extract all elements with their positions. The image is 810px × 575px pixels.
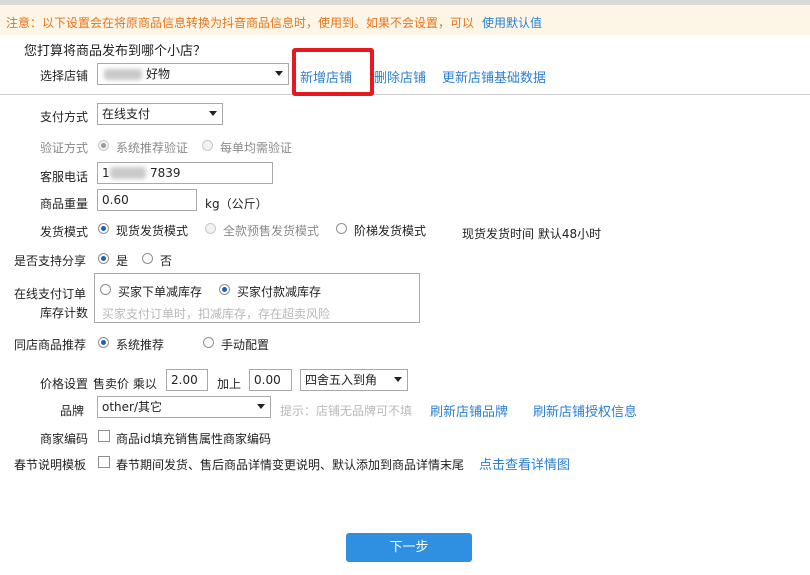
store-label: 选择店铺	[40, 69, 89, 83]
share-yes-radio[interactable]	[98, 253, 109, 264]
phone-suffix: 7839	[150, 166, 181, 180]
payment-select[interactable]: 在线支付	[97, 103, 223, 125]
stock-pay-label: 买家付款减库存	[237, 285, 322, 299]
rounding-select[interactable]: 四舍五入到角	[300, 369, 408, 391]
stock-pay-radio[interactable]	[219, 284, 230, 295]
refresh-store-data-link[interactable]: 更新店铺基础数据	[442, 67, 546, 86]
weight-value: 0.60	[102, 193, 129, 207]
recommend-manual-label: 手动配置	[221, 338, 270, 352]
price-addend-input[interactable]: 0.00	[249, 369, 292, 391]
share-no-label: 否	[160, 254, 173, 268]
shipping-spot-radio[interactable]	[98, 223, 109, 234]
recommend-label: 同店商品推荐	[14, 338, 87, 352]
verify-system-radio[interactable]	[98, 140, 109, 151]
merchant-code-checkbox-label: 商品id填充销售属性商家编码	[116, 432, 271, 446]
redacted-phone	[110, 167, 146, 179]
brand-label: 品牌	[60, 404, 85, 418]
rounding-select-value: 四舍五入到角	[305, 373, 378, 387]
phone-prefix: 1	[102, 166, 110, 180]
highlight-box	[292, 48, 374, 96]
phone-input[interactable]: 1 7839	[97, 162, 273, 184]
delete-store-link[interactable]: 删除店铺	[374, 67, 426, 86]
store-select[interactable]: 好物	[97, 63, 289, 85]
festival-detail-link[interactable]: 点击查看详情图	[479, 454, 570, 473]
recommend-manual-radio[interactable]	[203, 337, 214, 348]
stock-order-label: 买家下单减库存	[118, 285, 203, 299]
recommend-system-label: 系统推荐	[116, 338, 165, 352]
store-select-value: 好物	[146, 67, 171, 81]
shipping-presale-label: 全款预售发货模式	[223, 224, 320, 238]
chevron-down-icon	[257, 404, 265, 409]
chevron-down-icon	[275, 71, 283, 76]
chevron-down-icon	[394, 377, 402, 382]
share-no-radio[interactable]	[142, 253, 153, 264]
shipping-label: 发货模式	[40, 225, 89, 239]
phone-label: 客服电话	[40, 170, 89, 184]
next-button[interactable]: 下一步	[346, 533, 472, 562]
price-label: 价格设置	[40, 377, 89, 391]
price-multiplier-value: 2.00	[171, 373, 198, 387]
verify-system-label: 系统推荐验证	[116, 141, 189, 155]
verify-label: 验证方式	[40, 141, 89, 155]
weight-unit: kg（公斤）	[205, 197, 268, 211]
festival-checkbox[interactable]	[98, 456, 110, 468]
shipping-time-label: 现货发货时间 默认48小时	[462, 227, 602, 241]
payment-select-value: 在线支付	[102, 107, 151, 121]
shipping-step-label: 阶梯发货模式	[354, 224, 427, 238]
store-question: 您打算将商品发布到哪个小店？	[24, 44, 207, 59]
share-yes-label: 是	[116, 254, 129, 268]
price-multiplier-input[interactable]: 2.00	[166, 369, 208, 391]
brand-select[interactable]: other/其它	[97, 396, 271, 418]
use-default-link[interactable]: 使用默认值	[482, 14, 542, 31]
brand-hint: 提示：店铺无品牌可不填	[280, 404, 413, 418]
refresh-brand-link[interactable]: 刷新店铺品牌	[430, 401, 508, 420]
payment-label: 支付方式	[40, 110, 89, 124]
festival-checkbox-label: 春节期间发货、售后商品详情变更说明、默认添加到商品详情末尾	[116, 458, 465, 472]
brand-select-value: other/其它	[102, 400, 163, 414]
notice-text: 注意：以下设置会在将原商品信息转换为抖音商品信息时，使用到。如果不会设置，可以	[6, 16, 475, 30]
shipping-spot-label: 现货发货模式	[116, 224, 189, 238]
price-add-label: 加上	[217, 377, 242, 391]
shipping-step-radio[interactable]	[336, 223, 347, 234]
merchant-code-checkbox[interactable]	[98, 430, 110, 442]
verify-each-label: 每单均需验证	[220, 141, 293, 155]
merchant-code-label: 商家编码	[40, 432, 89, 446]
redacted-store-name	[104, 69, 142, 80]
chevron-down-icon	[209, 111, 217, 116]
stock-label-line2: 库存计数	[40, 306, 89, 320]
stock-hint: 买家支付订单时，扣减库存，存在超卖风险	[102, 307, 331, 321]
price-sell-label: 售卖价 乘以	[93, 377, 157, 391]
price-addend-value: 0.00	[254, 373, 281, 387]
weight-label: 商品重量	[40, 197, 89, 211]
festival-label: 春节说明模板	[14, 458, 87, 472]
recommend-system-radio[interactable]	[98, 337, 109, 348]
shipping-presale-radio[interactable]	[205, 223, 216, 234]
verify-each-radio[interactable]	[202, 140, 213, 151]
stock-label-line1: 在线支付订单	[14, 287, 87, 301]
stock-order-radio[interactable]	[100, 284, 111, 295]
share-label: 是否支持分享	[14, 254, 87, 268]
refresh-auth-link[interactable]: 刷新店铺授权信息	[533, 401, 637, 420]
weight-input[interactable]: 0.60	[97, 189, 197, 211]
